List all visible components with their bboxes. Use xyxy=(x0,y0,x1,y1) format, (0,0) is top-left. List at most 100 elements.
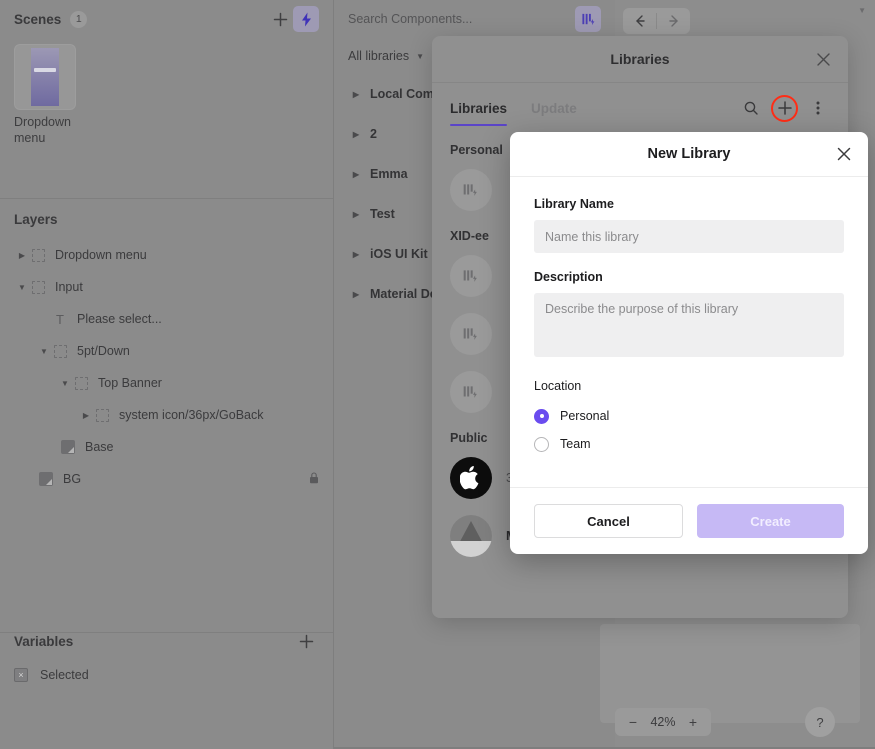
layer-row[interactable]: ▶ system icon/36px/GoBack xyxy=(0,399,333,431)
layer-label: system icon/36px/GoBack xyxy=(119,408,264,423)
library-icon xyxy=(463,386,477,398)
tab-libraries[interactable]: Libraries xyxy=(450,84,508,132)
search-libraries-button[interactable] xyxy=(739,96,763,120)
add-scene-button[interactable] xyxy=(267,6,293,32)
radio-team[interactable] xyxy=(534,436,549,452)
chevron-right-icon[interactable]: ▶ xyxy=(348,170,364,179)
libraries-more-button[interactable] xyxy=(806,96,830,120)
zoom-in-button[interactable]: + xyxy=(681,714,705,730)
scroll-caret-icon[interactable]: ▼ xyxy=(858,6,866,15)
library-icon xyxy=(463,328,477,340)
frame-icon xyxy=(30,247,46,263)
more-vertical-icon xyxy=(816,101,820,115)
zoom-out-button[interactable]: − xyxy=(621,714,645,730)
location-option-team[interactable]: Team xyxy=(534,430,844,458)
frame-icon xyxy=(73,375,89,391)
disclosure-caret-icon[interactable]: ▶ xyxy=(78,411,94,420)
layer-row[interactable]: ▼ 5pt/Down xyxy=(0,335,333,367)
location-label: Location xyxy=(534,379,582,393)
new-library-close-button[interactable] xyxy=(833,143,855,165)
lock-icon[interactable] xyxy=(309,472,319,487)
radio-team-label: Team xyxy=(560,437,591,451)
tab-update[interactable]: Update xyxy=(531,84,577,132)
frame-icon xyxy=(30,279,46,295)
chevron-right-icon[interactable]: ▶ xyxy=(348,130,364,139)
help-button[interactable]: ? xyxy=(805,707,835,737)
cancel-button[interactable]: Cancel xyxy=(534,504,683,538)
chevron-right-icon[interactable]: ▶ xyxy=(348,290,364,299)
layer-label: Top Banner xyxy=(98,376,162,391)
variable-label: Selected xyxy=(40,668,89,682)
layer-row[interactable]: T Please select... xyxy=(0,303,333,335)
add-variable-button[interactable] xyxy=(293,628,319,654)
close-icon xyxy=(837,147,851,161)
plus-icon xyxy=(299,634,313,648)
layer-row[interactable]: ▶ Dropdown menu xyxy=(0,239,333,271)
layer-label: Please select... xyxy=(77,312,162,327)
radio-personal-label: Personal xyxy=(560,409,610,423)
scenes-count-badge: 1 xyxy=(70,10,88,28)
variable-item[interactable]: × Selected xyxy=(0,660,333,690)
text-icon: T xyxy=(56,311,64,327)
library-list-item-label: 2 xyxy=(370,127,377,141)
variable-icon: × xyxy=(14,668,28,682)
layer-row[interactable]: Base xyxy=(0,431,333,463)
layer-label: Base xyxy=(85,440,114,455)
layers-header: Layers xyxy=(0,199,333,239)
library-list-item-label: Emma xyxy=(370,167,408,181)
variables-header: Variables xyxy=(0,620,333,662)
scene-thumbnail[interactable] xyxy=(14,44,76,110)
disclosure-caret-icon[interactable]: ▶ xyxy=(14,251,30,260)
arrow-left-icon xyxy=(635,15,645,27)
layer-row[interactable]: BG xyxy=(0,463,333,495)
library-icon xyxy=(581,13,594,25)
disclosure-caret-icon[interactable]: ▼ xyxy=(14,283,30,292)
search-components-input[interactable]: Search Components... xyxy=(348,12,575,26)
layer-label: Dropdown menu xyxy=(55,248,147,263)
scene-label: Dropdown menu xyxy=(14,115,71,145)
layers-title: Layers xyxy=(14,211,58,227)
arrow-right-icon xyxy=(668,15,678,27)
new-library-title: New Library xyxy=(647,146,731,162)
left-panel: Scenes 1 Dropdown menu Layers ▶ Dropdown… xyxy=(0,0,334,749)
scenes-header: Scenes 1 xyxy=(0,0,333,38)
disclosure-caret-icon[interactable]: ▼ xyxy=(36,347,52,356)
frame-icon xyxy=(52,343,68,359)
back-button[interactable] xyxy=(623,8,656,34)
library-avatar xyxy=(450,371,492,413)
new-library-footer: Cancel Create xyxy=(510,487,868,554)
new-library-button[interactable] xyxy=(771,94,798,122)
chevron-down-icon: ▼ xyxy=(416,51,425,61)
disclosure-caret-icon[interactable]: ▼ xyxy=(57,379,73,388)
layer-row[interactable]: ▼ Input xyxy=(0,271,333,303)
open-libraries-button[interactable] xyxy=(575,6,601,32)
zoom-control: − 42% + xyxy=(615,708,711,736)
chevron-right-icon[interactable]: ▶ xyxy=(348,250,364,259)
library-avatar xyxy=(450,255,492,297)
libraries-modal-header: Libraries xyxy=(432,36,848,83)
location-option-personal[interactable]: Personal xyxy=(534,402,844,430)
description-label: Description xyxy=(534,270,603,284)
radio-personal[interactable] xyxy=(534,408,549,424)
layers-tree: ▶ Dropdown menu ▼ Input T Please select.… xyxy=(0,239,333,495)
frame-icon xyxy=(94,407,110,423)
library-name-input[interactable] xyxy=(534,220,844,253)
chevron-right-icon[interactable]: ▶ xyxy=(348,210,364,219)
apple-glyph xyxy=(460,466,479,490)
description-input[interactable] xyxy=(534,293,844,357)
chevron-right-icon[interactable]: ▶ xyxy=(348,90,364,99)
library-list-item-label: Test xyxy=(370,207,395,221)
quick-actions-button[interactable] xyxy=(293,6,319,32)
image-icon xyxy=(38,471,54,487)
create-button[interactable]: Create xyxy=(697,504,844,538)
forward-button[interactable] xyxy=(657,8,690,34)
history-nav-group xyxy=(623,8,690,34)
library-icon xyxy=(463,270,477,282)
layer-row[interactable]: ▼ Top Banner xyxy=(0,367,333,399)
libraries-modal-close-button[interactable] xyxy=(812,48,834,70)
layer-label: 5pt/Down xyxy=(77,344,130,359)
library-filter-label: All libraries xyxy=(348,49,410,63)
new-library-header: New Library xyxy=(510,132,868,177)
library-list-item-label: iOS UI Kit xyxy=(370,247,428,261)
